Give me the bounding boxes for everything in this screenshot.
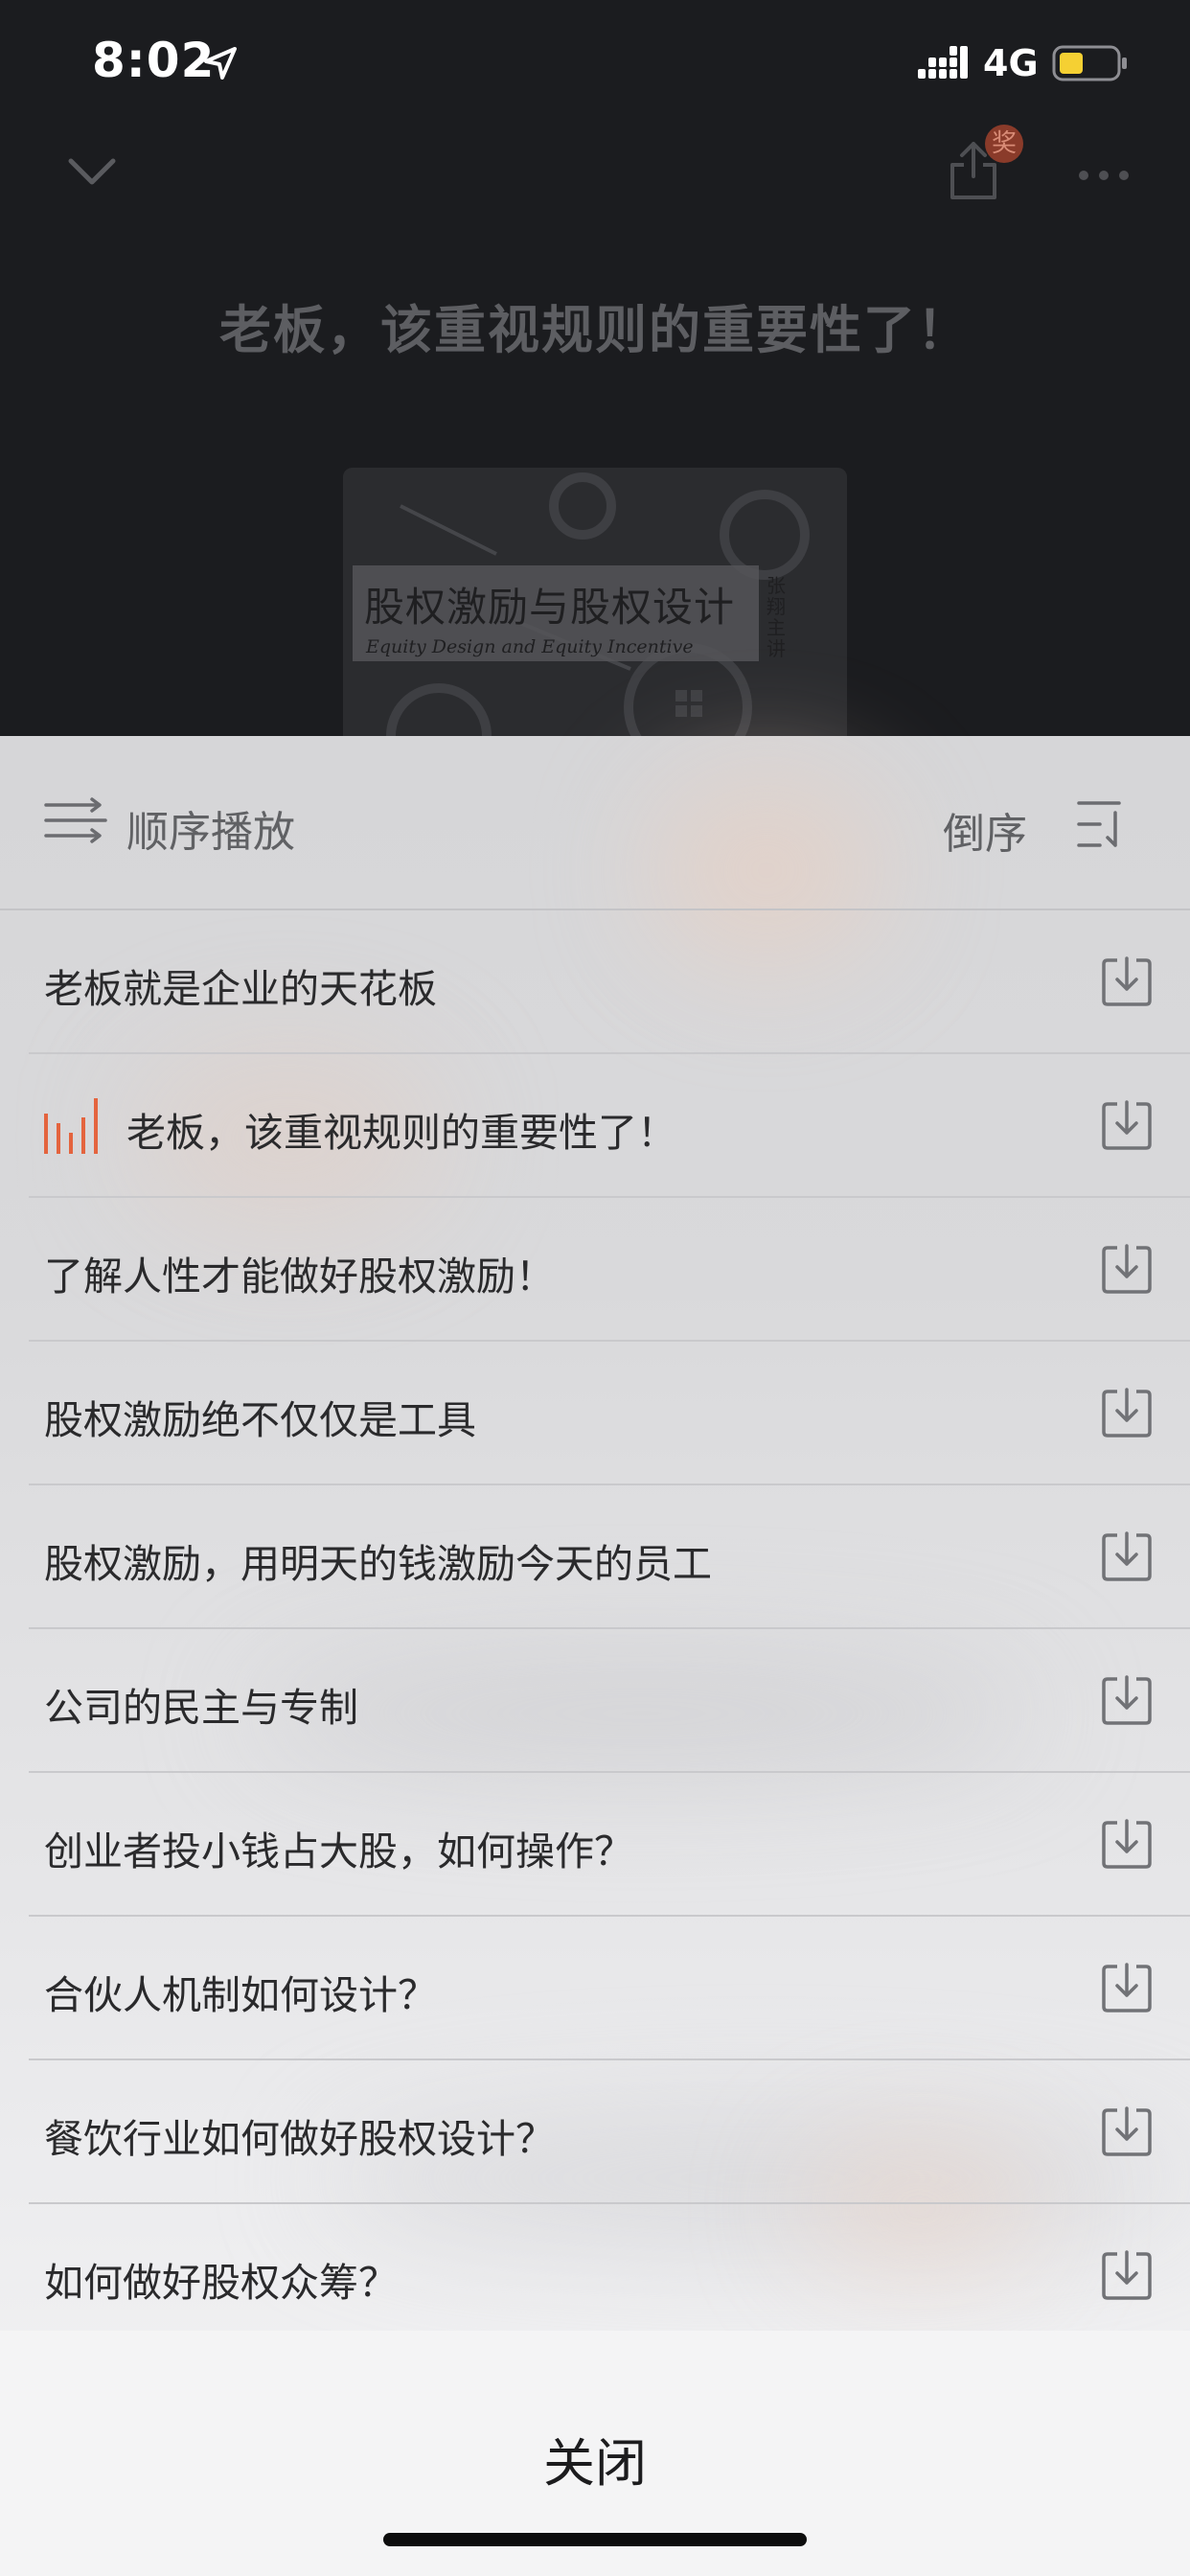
- track-item[interactable]: 如何做好股权众筹？: [0, 2204, 1190, 2348]
- track-item[interactable]: 老板就是企业的天花板: [0, 910, 1190, 1054]
- track-title: 公司的民主与专制: [44, 1685, 358, 1731]
- track-title: 餐饮行业如何做好股权设计？: [44, 2116, 555, 2162]
- reverse-order-button[interactable]: 倒序: [943, 799, 1027, 861]
- award-badge: 奖: [985, 125, 1023, 163]
- download-icon[interactable]: [1100, 1386, 1154, 1439]
- now-playing-title: 老板，该重视规则的重要性了！: [219, 300, 971, 360]
- download-icon[interactable]: [1100, 1961, 1154, 2014]
- track-item[interactable]: 创业者投小钱占大股，如何操作？: [0, 1773, 1190, 1917]
- download-icon[interactable]: [1100, 954, 1154, 1008]
- download-icon[interactable]: [1100, 1817, 1154, 1871]
- playlist-sheet: 顺序播放 倒序 老板就是企业的天花板老板，该重视规则的重要性了！ 了解人性才能做好…: [0, 736, 1190, 2576]
- track-item[interactable]: 了解人性才能做好股权激励！: [0, 1198, 1190, 1342]
- sequential-play-icon[interactable]: [44, 797, 107, 845]
- location-arrow-icon: [204, 47, 237, 80]
- download-icon[interactable]: [1100, 1673, 1154, 1727]
- status-time: 8:02: [92, 33, 216, 88]
- track-title: 股权激励，用明天的钱激励今天的员工: [44, 1541, 712, 1587]
- more-icon[interactable]: [1077, 169, 1131, 182]
- track-title: 股权激励绝不仅仅是工具: [44, 1397, 476, 1443]
- track-title: 老板就是企业的天花板: [44, 966, 437, 1012]
- track-title: 如何做好股权众筹？: [44, 2260, 398, 2306]
- track-title: 老板，该重视规则的重要性了！: [126, 1110, 676, 1156]
- album-cover: 股权激励与股权设计 Equity Design and Equity Incen…: [343, 468, 847, 755]
- track-item[interactable]: 合伙人机制如何设计？: [0, 1917, 1190, 2060]
- track-title: 创业者投小钱占大股，如何操作？: [44, 1828, 633, 1874]
- screen: 8:02 4G 奖 老板，该重视规则的重要性了！ 股权激励与股权设计 Equit…: [0, 0, 1190, 2576]
- track-item[interactable]: 股权激励，用明天的钱激励今天的员工: [0, 1485, 1190, 1629]
- track-list: 老板就是企业的天花板老板，该重视规则的重要性了！ 了解人性才能做好股权激励！ 股权激…: [0, 910, 1190, 2348]
- download-icon[interactable]: [1100, 2104, 1154, 2158]
- playlist-header: 顺序播放 倒序: [0, 736, 1190, 910]
- track-item[interactable]: 公司的民主与专制: [0, 1629, 1190, 1773]
- sort-order-icon[interactable]: [1077, 799, 1131, 849]
- chevron-down-icon[interactable]: [67, 153, 117, 192]
- signal-icon: [918, 46, 968, 79]
- cover-subtitle: Equity Design and Equity Incentive: [366, 636, 694, 657]
- network-type: 4G: [983, 42, 1039, 84]
- track-title: 了解人性才能做好股权激励！: [44, 1254, 555, 1300]
- download-icon[interactable]: [1100, 1242, 1154, 1296]
- track-item-playing[interactable]: 老板，该重视规则的重要性了！: [0, 1054, 1190, 1198]
- cover-title: 股权激励与股权设计: [364, 584, 736, 631]
- download-icon[interactable]: [1100, 1098, 1154, 1152]
- home-indicator: [383, 2533, 807, 2546]
- download-icon[interactable]: [1100, 2248, 1154, 2302]
- track-item[interactable]: 餐饮行业如何做好股权设计？: [0, 2060, 1190, 2204]
- cover-author: 张翔主讲: [767, 574, 786, 660]
- player-background: 8:02 4G 奖 老板，该重视规则的重要性了！ 股权激励与股权设计 Equit…: [0, 0, 1190, 755]
- close-button-label[interactable]: 关闭: [0, 2421, 1190, 2496]
- track-title: 合伙人机制如何设计？: [44, 1972, 437, 2018]
- track-item[interactable]: 股权激励绝不仅仅是工具: [0, 1342, 1190, 1485]
- battery-icon: [1052, 45, 1127, 81]
- status-bar: 8:02 4G: [0, 0, 1190, 126]
- sequential-play-button[interactable]: 顺序播放: [126, 797, 295, 859]
- now-playing-icon: [44, 1098, 98, 1154]
- download-icon[interactable]: [1100, 1530, 1154, 1583]
